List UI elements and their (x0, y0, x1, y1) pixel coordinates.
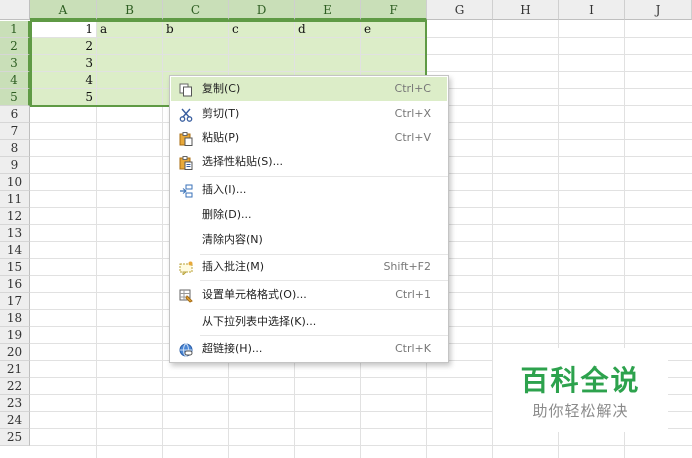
column-header-h[interactable]: H (493, 0, 559, 20)
menu-item-label: 剪切(T) (202, 107, 240, 120)
row-header-10[interactable]: 10 (0, 174, 30, 191)
row-header-23[interactable]: 23 (0, 395, 30, 412)
column-header-d[interactable]: D (229, 0, 295, 20)
row-header-3[interactable]: 3 (0, 55, 30, 72)
column-header-j[interactable]: J (625, 0, 692, 20)
column-header-i[interactable]: I (559, 0, 625, 20)
column-header-a[interactable]: A (30, 0, 97, 20)
column-header-g[interactable]: G (427, 0, 493, 20)
row-header-13[interactable]: 13 (0, 225, 30, 242)
row-header-9[interactable]: 9 (0, 157, 30, 174)
row-header-14[interactable]: 14 (0, 242, 30, 259)
menu-item-paste-special[interactable]: 选择性粘贴(S)... (171, 150, 447, 174)
row-header-1[interactable]: 1 (0, 21, 30, 38)
menu-item-shortcut: Ctrl+V (394, 131, 431, 144)
menu-item-label: 删除(D)... (202, 208, 252, 221)
row-header-2[interactable]: 2 (0, 38, 30, 55)
menu-item-label: 选择性粘贴(S)... (202, 155, 284, 168)
row-header-15[interactable]: 15 (0, 259, 30, 276)
menu-item-copy[interactable]: 复制(C) Ctrl+C (171, 77, 447, 101)
menu-item-label: 超链接(H)... (202, 342, 263, 355)
menu-item-label: 复制(C) (202, 82, 241, 95)
menu-item-insert[interactable]: 插入(I)... (171, 178, 447, 202)
column-header-c[interactable]: C (163, 0, 229, 20)
cell-b1[interactable]: a (100, 21, 107, 38)
copy-icon (179, 82, 193, 97)
row-header-18[interactable]: 18 (0, 310, 30, 327)
menu-item-label: 粘贴(P) (202, 131, 240, 144)
row-header-7[interactable]: 7 (0, 123, 30, 140)
cell-a2[interactable]: 2 (33, 38, 93, 55)
row-header-8[interactable]: 8 (0, 140, 30, 157)
row-header-19[interactable]: 19 (0, 327, 30, 344)
context-menu: 复制(C) Ctrl+C 剪切(T) Ctrl+X 粘贴(P) Ctrl+V 选… (169, 75, 449, 363)
cell-e1[interactable]: d (298, 21, 306, 38)
menu-item-hyperlink[interactable]: 超链接(H)... Ctrl+K (171, 337, 447, 361)
format-cells-icon (179, 288, 193, 303)
menu-item-format-cells[interactable]: 设置单元格格式(O)... Ctrl+1 (171, 283, 447, 307)
row-header-16[interactable]: 16 (0, 276, 30, 293)
row-header-12[interactable]: 12 (0, 208, 30, 225)
cell-c1[interactable]: b (166, 21, 174, 38)
menu-item-shortcut: Ctrl+X (394, 107, 431, 120)
watermark-subtitle: 助你轻松解决 (532, 402, 629, 420)
row-header-11[interactable]: 11 (0, 191, 30, 208)
menu-item-delete[interactable]: 删除(D)... (171, 203, 447, 227)
menu-item-pick-from-list[interactable]: 从下拉列表中选择(K)... (171, 310, 447, 334)
menu-separator (200, 176, 448, 177)
row-header-20[interactable]: 20 (0, 344, 30, 361)
column-header-f[interactable]: F (361, 0, 427, 20)
menu-item-label: 插入(I)... (202, 183, 247, 196)
hyperlink-icon (179, 342, 193, 357)
scissors-icon (179, 107, 193, 122)
cell-a3[interactable]: 3 (33, 55, 93, 72)
row-header-17[interactable]: 17 (0, 293, 30, 310)
menu-item-label: 从下拉列表中选择(K)... (202, 315, 317, 328)
cell-f1[interactable]: e (364, 21, 371, 38)
watermark-title: 百科全说 (520, 364, 641, 397)
cell-d1[interactable]: c (232, 21, 239, 38)
paste-icon (179, 131, 193, 146)
row-header-22[interactable]: 22 (0, 378, 30, 395)
cell-a5[interactable]: 5 (33, 89, 93, 106)
row-header-21[interactable]: 21 (0, 361, 30, 378)
menu-item-clear-contents[interactable]: 清除内容(N) (171, 228, 447, 252)
row-header-6[interactable]: 6 (0, 106, 30, 123)
menu-item-label: 插入批注(M) (202, 260, 265, 273)
menu-item-insert-comment[interactable]: 插入批注(M) Shift+F2 (171, 255, 447, 279)
comment-icon (179, 260, 193, 277)
column-header-e[interactable]: E (295, 0, 361, 20)
menu-item-label: 设置单元格格式(O)... (202, 288, 307, 301)
row-header-4[interactable]: 4 (0, 72, 30, 89)
watermark-logo: 百科全说 助你轻松解决 (493, 348, 668, 432)
menu-separator (200, 335, 448, 336)
column-header-b[interactable]: B (97, 0, 163, 20)
menu-item-paste[interactable]: 粘贴(P) Ctrl+V (171, 126, 447, 150)
select-all-corner[interactable] (0, 0, 30, 20)
row-header-25[interactable]: 25 (0, 429, 30, 446)
cell-a1[interactable]: 1 (33, 21, 93, 38)
menu-item-label: 清除内容(N) (202, 233, 263, 246)
row-gridline (30, 445, 692, 446)
cell-a4[interactable]: 4 (33, 72, 93, 89)
row-header-5[interactable]: 5 (0, 89, 30, 106)
menu-item-shortcut: Ctrl+C (394, 82, 431, 95)
menu-item-shortcut: Shift+F2 (383, 260, 431, 273)
paste-special-icon (179, 155, 193, 170)
menu-item-shortcut: Ctrl+1 (395, 288, 431, 301)
menu-separator (200, 280, 448, 281)
menu-item-cut[interactable]: 剪切(T) Ctrl+X (171, 102, 447, 126)
menu-item-shortcut: Ctrl+K (394, 342, 431, 355)
row-header-24[interactable]: 24 (0, 412, 30, 429)
insert-icon (179, 183, 193, 198)
